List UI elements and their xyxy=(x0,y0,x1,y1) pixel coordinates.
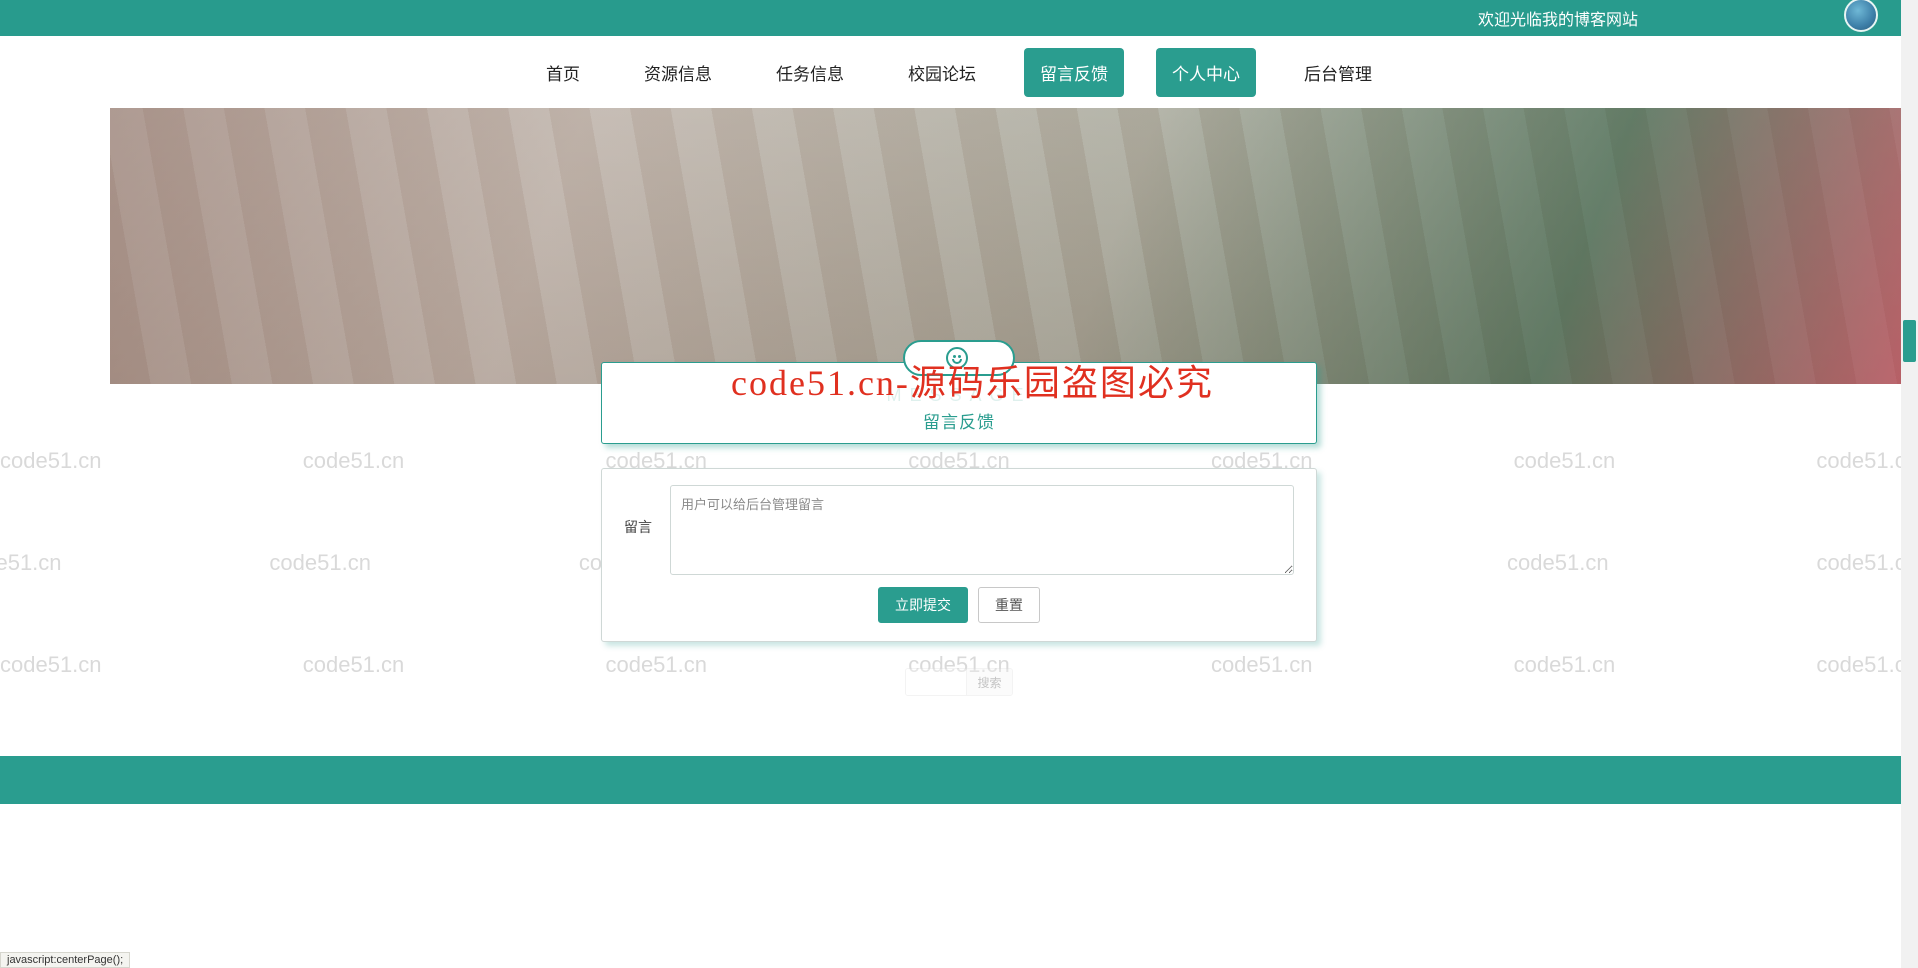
nav-tasks[interactable]: 任务信息 xyxy=(760,48,860,97)
nav-feedback[interactable]: 留言反馈 xyxy=(1024,48,1124,97)
nav-resources[interactable]: 资源信息 xyxy=(628,48,728,97)
main-nav: 首页 资源信息 任务信息 校园论坛 留言反馈 个人中心 后台管理 xyxy=(0,36,1918,108)
red-overlay-text: code51.cn-源码乐园盗图必究 xyxy=(731,354,1214,406)
avatar[interactable] xyxy=(1844,0,1878,32)
nav-forum[interactable]: 校园论坛 xyxy=(892,48,992,97)
submit-button[interactable]: 立即提交 xyxy=(878,587,968,623)
message-textarea[interactable] xyxy=(670,485,1294,575)
feedback-form: 留言 立即提交 重置 xyxy=(601,468,1317,642)
search-wrap: 搜索 xyxy=(601,668,1317,696)
nav-admin[interactable]: 后台管理 xyxy=(1288,48,1388,97)
footer xyxy=(0,756,1918,804)
scrollbar-track[interactable] xyxy=(1901,0,1918,968)
nav-home[interactable]: 首页 xyxy=(530,48,596,97)
search-input[interactable] xyxy=(906,669,966,695)
title-sub: 留言反馈 xyxy=(602,408,1316,433)
nav-profile[interactable]: 个人中心 xyxy=(1156,48,1256,97)
welcome-text: 欢迎光临我的博客网站 xyxy=(1478,6,1638,30)
scrollbar-thumb[interactable] xyxy=(1903,320,1916,362)
message-label: 留言 xyxy=(624,485,656,537)
search-button[interactable]: 搜索 xyxy=(966,669,1011,695)
title-wrap: MESSAGE 留言反馈 code51.cn-源码乐园盗图必究 xyxy=(601,362,1317,444)
status-bar: javascript:centerPage(); xyxy=(0,952,130,968)
top-bar: 欢迎光临我的博客网站 xyxy=(0,0,1918,36)
reset-button[interactable]: 重置 xyxy=(978,587,1040,623)
